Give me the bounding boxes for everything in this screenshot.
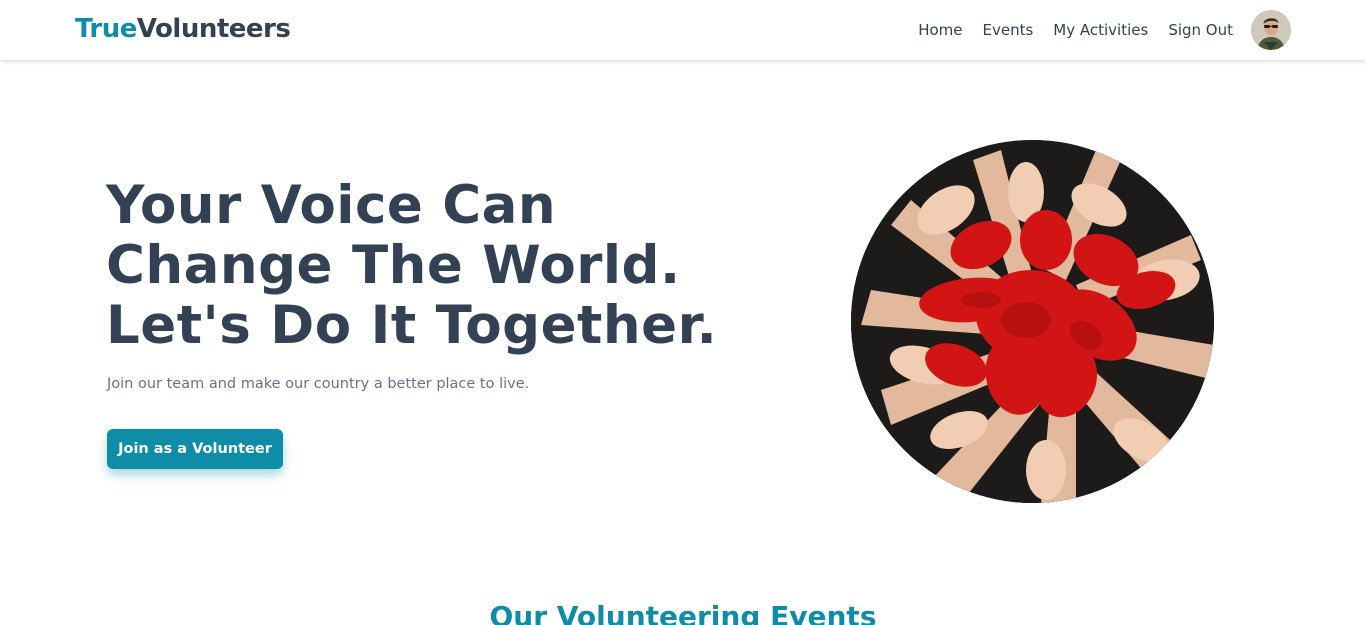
hero-title: Your Voice Can Change The World. Let's D…	[106, 176, 786, 356]
hero-subtitle: Join our team and make our country a bet…	[107, 376, 530, 392]
navbar: TrueVolunteers Home Events My Activities…	[0, 0, 1366, 60]
nav-home-link[interactable]: Home	[918, 21, 962, 39]
events-section-title: Our Volunteering Events	[489, 600, 877, 625]
nav-links: Home Events My Activities Sign Out	[898, 0, 1291, 60]
nav-events-link[interactable]: Events	[982, 21, 1033, 39]
brand-rest: Volunteers	[136, 14, 291, 44]
brand-accent: True	[75, 14, 137, 44]
hero-image	[851, 140, 1214, 503]
nav-sign-out-link[interactable]: Sign Out	[1168, 21, 1233, 39]
brand-logo[interactable]: TrueVolunteers	[75, 14, 291, 44]
hero-title-line: Your Voice Can	[106, 175, 557, 236]
avatar-icon	[1251, 10, 1291, 50]
user-avatar[interactable]	[1251, 10, 1291, 50]
join-volunteer-button[interactable]: Join as a Volunteer	[107, 429, 283, 469]
nav-my-activities-link[interactable]: My Activities	[1053, 21, 1148, 39]
hero-title-line: Change The World.	[106, 235, 681, 296]
hands-heart-image	[851, 140, 1214, 503]
hero-title-line: Let's Do It Together.	[106, 295, 718, 356]
